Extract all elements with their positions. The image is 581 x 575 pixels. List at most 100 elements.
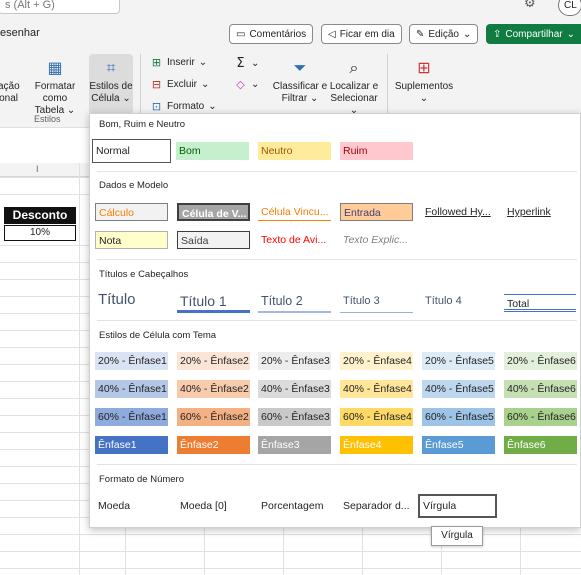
style-separator[interactable]: Separador d...	[340, 497, 413, 515]
style-linked-cell[interactable]: Célula Vincu...	[258, 203, 331, 221]
style-40-accent5[interactable]: 40% - Ênfase5	[422, 380, 495, 398]
conditional-format-label-1: ação	[0, 81, 20, 92]
sort-filter-label-2: Filtrar	[281, 93, 308, 104]
top-bar: s (Alt + G) ⚙ CL	[0, 0, 581, 18]
style-40-accent1[interactable]: 40% - Ênfase1	[95, 380, 168, 398]
style-20-accent5[interactable]: 20% - Ênfase5	[422, 352, 495, 370]
style-output[interactable]: Saída	[177, 231, 250, 249]
style-40-accent4[interactable]: 40% - Ênfase4	[340, 380, 413, 398]
style-comma[interactable]: Vírgula	[418, 494, 497, 518]
sort-filter-button[interactable]: ⏷ Classificar e Filtrar ⌄	[272, 58, 328, 105]
pencil-icon: ✎	[416, 28, 425, 40]
style-bad[interactable]: Ruim	[340, 142, 413, 160]
section-titles-headings-title: Títulos e Cabeçalhos	[99, 269, 189, 280]
style-20-accent1[interactable]: 20% - Ênfase1	[95, 352, 168, 370]
style-60-accent6[interactable]: 60% - Ênfase6	[504, 408, 577, 426]
grid-line	[79, 163, 80, 575]
section-divider	[97, 259, 577, 260]
addins-label: Suplementos	[394, 81, 454, 92]
style-percent[interactable]: Porcentagem	[258, 497, 331, 515]
cell-styles-label-2: Célula	[91, 93, 120, 104]
style-heading-2[interactable]: Título 2	[258, 291, 331, 313]
insert-cells-icon: ⊞	[151, 56, 162, 69]
style-60-accent5[interactable]: 60% - Ênfase5	[422, 408, 495, 426]
autosum-button[interactable]: Σ ⌄	[234, 56, 259, 71]
style-20-accent4[interactable]: 20% - Ênfase4	[340, 352, 413, 370]
sigma-icon: Σ	[236, 56, 245, 71]
magnifier-icon: ⌕	[349, 58, 359, 77]
settings-gear-icon[interactable]: ⚙	[524, 0, 536, 11]
format-button[interactable]: ⊡ Formato ⌄	[150, 100, 217, 113]
style-accent5[interactable]: Ênfase5	[422, 436, 495, 454]
find-select-label-2: Selecionar	[330, 93, 378, 104]
delete-button[interactable]: ⊟ Excluir ⌄	[150, 78, 210, 91]
cell-styles-label-1: Estilos de	[89, 81, 133, 92]
style-heading-3[interactable]: Título 3	[340, 291, 413, 313]
style-accent6[interactable]: Ênfase6	[504, 436, 577, 454]
insert-button[interactable]: ⊞ Inserir ⌄	[150, 56, 207, 69]
cell-styles-button[interactable]: ⌗ Estilos de Célula ⌄	[89, 54, 133, 114]
grid-line	[204, 528, 205, 575]
style-check-cell[interactable]: Célula de V...	[177, 203, 250, 221]
avatar[interactable]: CL	[558, 0, 581, 16]
style-40-accent3[interactable]: 40% - Ênfase3	[258, 380, 331, 398]
style-accent4[interactable]: Ênfase4	[340, 436, 413, 454]
header-cell[interactable]: Desconto	[4, 207, 76, 224]
style-accent2[interactable]: Ênfase2	[177, 436, 250, 454]
style-currency-0[interactable]: Moeda [0]	[177, 497, 250, 515]
style-40-accent6[interactable]: 40% - Ênfase6	[504, 380, 577, 398]
style-heading-1[interactable]: Título 1	[177, 291, 250, 313]
search-input[interactable]: s (Alt + G)	[0, 0, 120, 14]
grid-line	[0, 534, 581, 535]
style-note[interactable]: Nota	[95, 231, 168, 249]
style-60-accent4[interactable]: 60% - Ênfase4	[340, 408, 413, 426]
style-input[interactable]: Entrada	[340, 203, 413, 221]
section-theme-styles-title: Estilos de Célula com Tema	[99, 330, 217, 341]
addins-button[interactable]: ⊞ Suplementos ⌄	[394, 58, 454, 105]
style-20-accent6[interactable]: 20% - Ênfase6	[504, 352, 577, 370]
format-cells-icon: ⊡	[151, 100, 162, 113]
value-cell[interactable]: 10%	[4, 225, 76, 241]
delete-label: Excluir	[167, 79, 198, 90]
editing-mode-button[interactable]: ✎ Edição ⌄	[409, 24, 479, 44]
call-button[interactable]: ◁ Ficar em dia	[321, 24, 402, 44]
grid-line	[0, 551, 581, 552]
style-normal[interactable]: Normal	[92, 139, 171, 163]
style-neutral[interactable]: Neutro	[258, 142, 331, 160]
grid-line	[520, 528, 521, 575]
column-header[interactable]: I	[0, 163, 90, 177]
style-60-accent1[interactable]: 60% - Ênfase1	[95, 408, 168, 426]
comments-button[interactable]: ▭ Comentários	[229, 24, 314, 44]
conditional-format-button[interactable]: ▦ ação onal	[0, 58, 20, 105]
cell-styles-icon: ⌗	[106, 58, 116, 77]
style-heading-4[interactable]: Título 4	[422, 291, 495, 313]
video-call-icon: ◁	[328, 28, 336, 40]
share-button[interactable]: ⇪ Compartilhar ⌄	[486, 24, 581, 44]
style-20-accent3[interactable]: 20% - Ênfase3	[258, 352, 331, 370]
style-calculation[interactable]: Cálculo	[95, 203, 168, 221]
tooltip: Vírgula	[431, 526, 483, 546]
style-accent1[interactable]: Ênfase1	[95, 436, 168, 454]
style-title[interactable]: Título	[95, 289, 168, 311]
ribbon-separator	[387, 54, 388, 118]
style-followed-hyperlink[interactable]: Followed Hy...	[422, 203, 495, 221]
style-40-accent2[interactable]: 40% - Ênfase2	[177, 380, 250, 398]
section-divider	[97, 464, 577, 465]
style-60-accent2[interactable]: 60% - Ênfase2	[177, 408, 250, 426]
table-icon: ▦	[47, 58, 63, 77]
tab-draw[interactable]: esenhar	[0, 27, 40, 39]
style-total[interactable]: Total	[504, 294, 576, 312]
clear-button[interactable]: ◇ ⌄	[234, 78, 259, 91]
style-20-accent2[interactable]: 20% - Ênfase2	[177, 352, 250, 370]
style-currency[interactable]: Moeda	[95, 497, 168, 515]
editing-label: Edição	[428, 28, 459, 40]
style-60-accent3[interactable]: 60% - Ênfase3	[258, 408, 331, 426]
style-good[interactable]: Bom	[176, 142, 249, 160]
format-as-table-button[interactable]: ▦ Formatar como Tabela ⌄	[22, 58, 88, 117]
section-data-model-title: Dados e Modelo	[99, 180, 169, 191]
style-warning-text[interactable]: Texto de Avi...	[258, 231, 331, 249]
style-accent3[interactable]: Ênfase3	[258, 436, 331, 454]
style-explanatory-text[interactable]: Texto Explic...	[340, 231, 413, 249]
style-hyperlink[interactable]: Hyperlink	[504, 203, 577, 221]
find-select-button[interactable]: ⌕ Localizar e Selecionar ⌄	[326, 58, 382, 117]
